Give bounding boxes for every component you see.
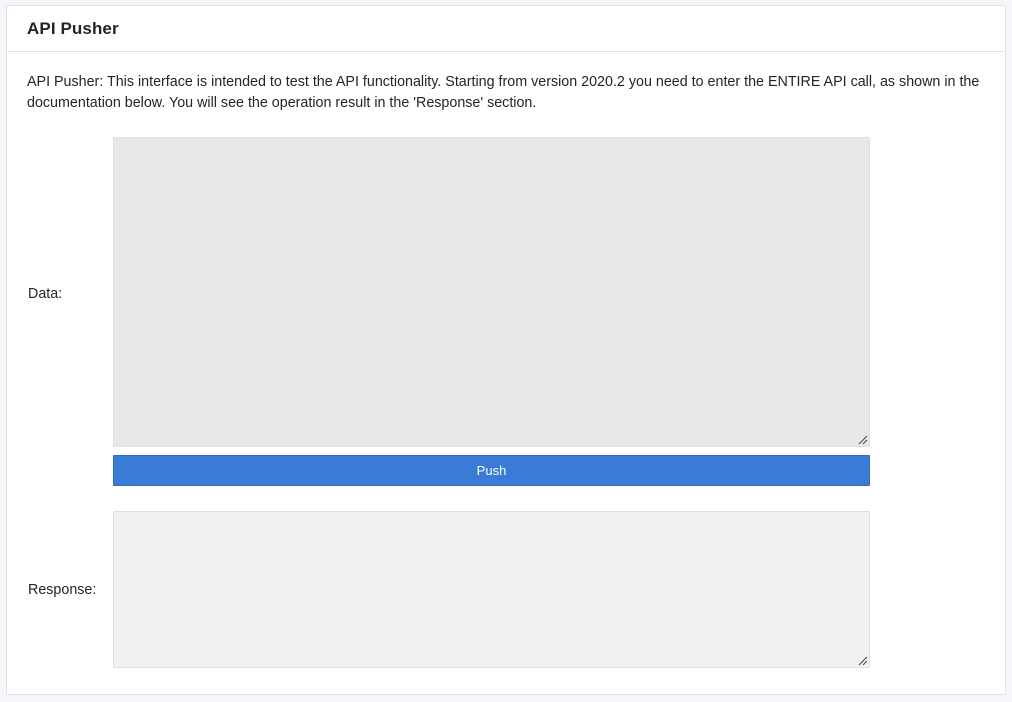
data-textarea[interactable] bbox=[113, 137, 870, 447]
api-pusher-card: API Pusher API Pusher: This interface is… bbox=[6, 5, 1006, 695]
response-label: Response: bbox=[28, 582, 97, 598]
card-title: API Pusher bbox=[27, 18, 119, 38]
card-header: API Pusher bbox=[7, 6, 1005, 52]
push-button[interactable]: Push bbox=[113, 455, 870, 486]
intro-text: API Pusher: This interface is intended t… bbox=[27, 74, 980, 111]
response-textarea[interactable] bbox=[113, 511, 870, 668]
data-label: Data: bbox=[28, 286, 63, 302]
